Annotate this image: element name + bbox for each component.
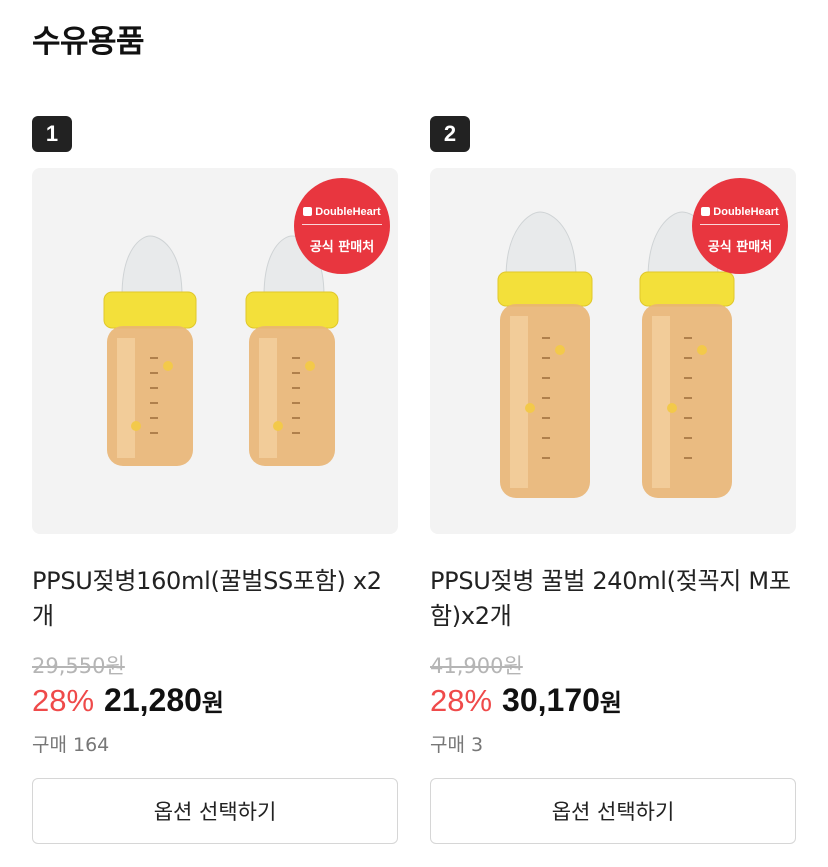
price-row: 28% 30,170원 bbox=[430, 682, 796, 722]
select-option-button[interactable]: 옵션 선택하기 bbox=[430, 778, 796, 844]
rank-badge: 1 bbox=[32, 116, 72, 152]
product-card[interactable]: 1 DoubleHeart 공식 판매처 PPSU젖병160ml(꿀벌SS포함)… bbox=[32, 116, 398, 844]
purchase-count: 구매 3 bbox=[430, 734, 484, 756]
product-card[interactable]: 2 DoubleHeart 공식 판매처 PPSU젖병 꿀벌 240ml(젖꼭지… bbox=[430, 116, 796, 844]
purchase-count: 구매 164 bbox=[32, 734, 110, 756]
official-seller-badge: DoubleHeart 공식 판매처 bbox=[294, 178, 390, 274]
brand-logo: DoubleHeart bbox=[294, 206, 390, 218]
official-seller-label: 공식 판매처 bbox=[309, 240, 375, 255]
official-seller-badge: DoubleHeart 공식 판매처 bbox=[692, 178, 788, 274]
currency-unit: 원 bbox=[599, 689, 623, 717]
baby-bottle-image bbox=[103, 235, 197, 466]
baby-bottle-image bbox=[497, 211, 593, 498]
discount-rate: 28% bbox=[32, 683, 95, 718]
product-name[interactable]: PPSU젖병 꿀벌 240ml(젖꼭지 M포함)x2개 bbox=[430, 564, 796, 634]
brand-logo: DoubleHeart bbox=[692, 206, 788, 218]
currency-unit: 원 bbox=[201, 689, 225, 717]
rank-badge: 2 bbox=[430, 116, 470, 152]
sale-price: 30,170 bbox=[502, 682, 600, 718]
section-title: 수유용품 bbox=[32, 24, 145, 60]
price-row: 28% 21,280원 bbox=[32, 682, 398, 722]
product-image[interactable]: DoubleHeart 공식 판매처 bbox=[32, 168, 398, 534]
product-image[interactable]: DoubleHeart 공식 판매처 bbox=[430, 168, 796, 534]
original-price: 41,900원 bbox=[430, 654, 523, 678]
select-option-button[interactable]: 옵션 선택하기 bbox=[32, 778, 398, 844]
official-seller-label: 공식 판매처 bbox=[707, 240, 773, 255]
sale-price: 21,280 bbox=[104, 682, 202, 718]
product-name[interactable]: PPSU젖병160ml(꿀벌SS포함) x2개 bbox=[32, 564, 398, 634]
discount-rate: 28% bbox=[430, 683, 493, 718]
original-price: 29,550원 bbox=[32, 654, 125, 678]
